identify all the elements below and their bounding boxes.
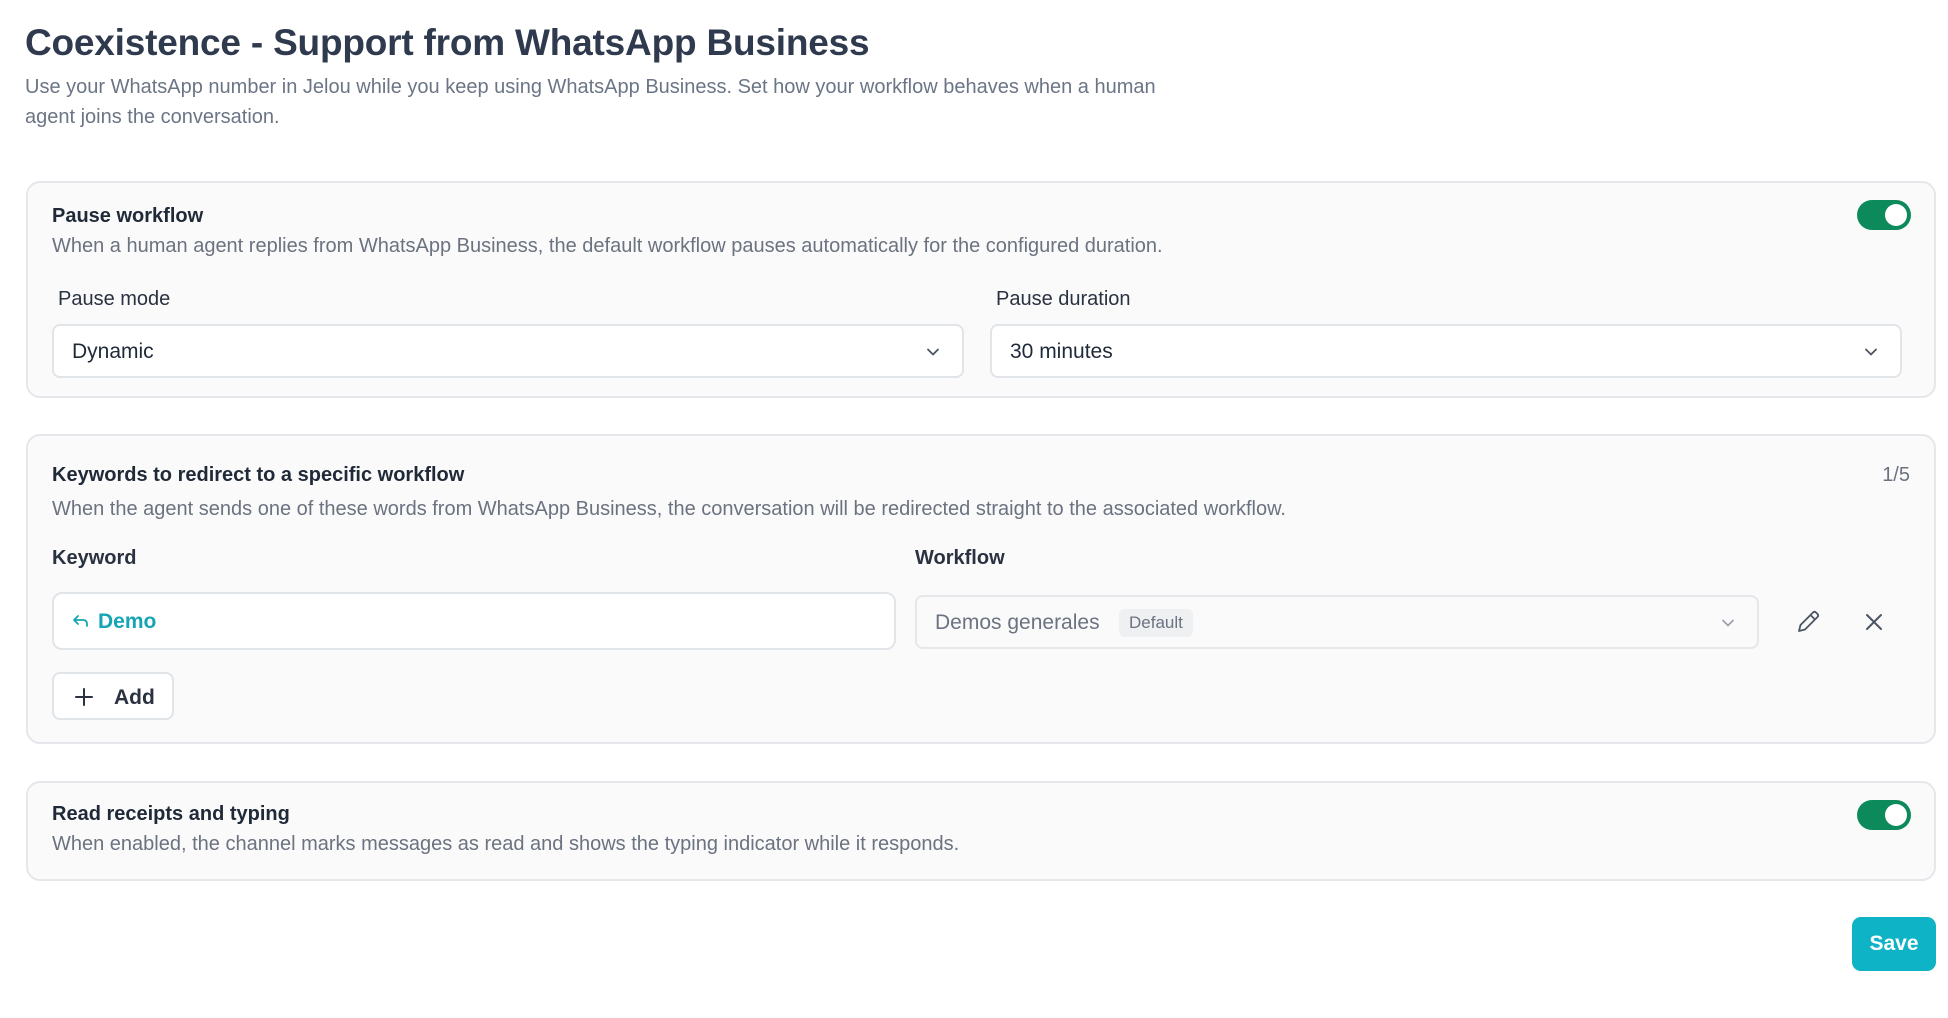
pause-duration-value: 30 minutes: [1010, 340, 1113, 363]
pause-mode-select[interactable]: Dynamic: [52, 324, 964, 378]
read-receipts-title: Read receipts and typing: [52, 803, 290, 825]
workflow-value: Demos generales: [935, 611, 1100, 634]
chevron-down-icon: [927, 348, 939, 356]
pencil-icon: [1798, 610, 1820, 632]
pause-workflow-description: When a human agent replies from WhatsApp…: [52, 235, 1163, 257]
pause-duration-select[interactable]: 30 minutes: [990, 324, 1902, 378]
read-receipts-toggle[interactable]: [1857, 800, 1911, 830]
read-receipts-card: Read receipts and typing When enabled, t…: [26, 781, 1936, 881]
pause-mode-value: Dynamic: [72, 340, 154, 363]
pause-mode-label: Pause mode: [58, 288, 171, 310]
chevron-down-icon: [1865, 348, 1877, 356]
pause-workflow-card: Pause workflow When a human agent replie…: [26, 181, 1936, 398]
page-subtitle: Use your WhatsApp number in Jelou while …: [25, 76, 1156, 128]
save-button[interactable]: Save: [1852, 917, 1936, 971]
edit-keyword-button[interactable]: [1790, 604, 1826, 640]
page-title: Coexistence - Support from WhatsApp Busi…: [25, 22, 870, 63]
close-icon: [1866, 614, 1882, 630]
add-keyword-button[interactable]: Add: [52, 672, 174, 720]
keywords-title: Keywords to redirect to a specific workf…: [52, 464, 465, 486]
keyword-value: Demo: [98, 610, 157, 633]
add-keyword-label: Add: [114, 686, 155, 709]
chevron-down-icon: [1722, 619, 1734, 627]
toggle-knob: [1885, 804, 1907, 826]
read-receipts-description: When enabled, the channel marks messages…: [52, 833, 960, 855]
keywords-counter: 1/5: [1882, 464, 1910, 486]
toggle-knob: [1885, 204, 1907, 226]
save-button-label: Save: [1869, 932, 1919, 955]
default-badge: Default: [1119, 609, 1193, 637]
page: Coexistence - Support from WhatsApp Busi…: [0, 0, 1948, 1018]
pause-workflow-toggle[interactable]: [1857, 200, 1911, 230]
keywords-description: When the agent sends one of these words …: [52, 498, 1286, 520]
workflow-select[interactable]: Demos generales Default: [915, 595, 1759, 649]
keyword-input[interactable]: Demo: [52, 592, 896, 650]
workflow-column-label: Workflow: [915, 547, 1005, 569]
plus-icon: [75, 688, 93, 706]
keyword-column-label: Keyword: [52, 547, 137, 569]
pause-workflow-title: Pause workflow: [52, 205, 204, 227]
keywords-card: Keywords to redirect to a specific workf…: [26, 434, 1936, 744]
remove-keyword-button[interactable]: [1856, 604, 1892, 640]
reply-arrow-icon: [73, 615, 88, 627]
pause-duration-label: Pause duration: [996, 288, 1131, 310]
